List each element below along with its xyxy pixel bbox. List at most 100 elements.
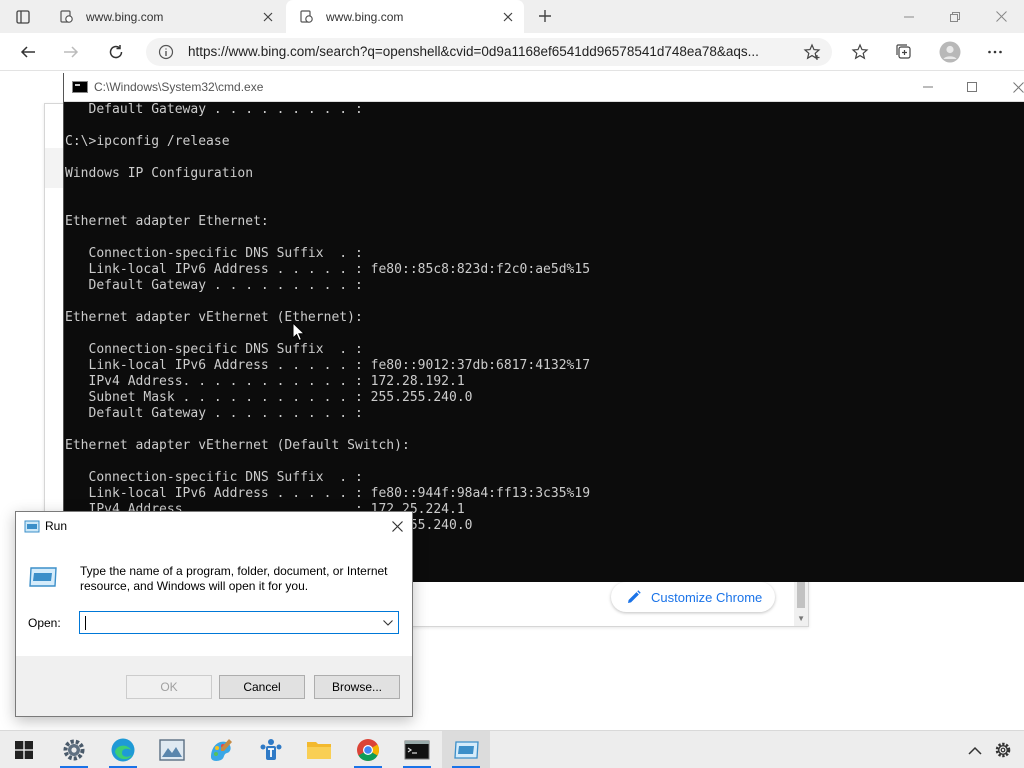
- site-info-icon[interactable]: [158, 44, 174, 60]
- console-line: Connection-specific DNS Suffix . :: [65, 470, 363, 485]
- taskbar-settings[interactable]: [50, 731, 98, 768]
- command-prompt-window[interactable]: C:\Windows\System32\cmd.exe Default Gate…: [63, 73, 1024, 582]
- refresh-icon: [109, 45, 123, 59]
- teams-icon: [260, 739, 282, 760]
- cmd-window-icon: [72, 81, 88, 93]
- scrollbar-thumb[interactable]: [797, 582, 805, 608]
- tab-strip: www.bing.com www.bing.com: [0, 0, 1024, 33]
- customize-chrome-label: Customize Chrome: [651, 589, 763, 605]
- browse-button[interactable]: Browse...: [314, 675, 400, 699]
- tab-actions-menu-button[interactable]: [8, 5, 38, 29]
- ok-button[interactable]: OK: [126, 675, 212, 699]
- file-explorer-icon: [307, 742, 331, 759]
- edge-icon: [111, 738, 135, 762]
- minimize-icon: [923, 86, 933, 88]
- pencil-icon: [627, 590, 641, 604]
- console-line: Connection-specific DNS Suffix . :: [65, 342, 363, 357]
- console-line: Link-local IPv6 Address . . . . . : fe80…: [65, 262, 591, 277]
- console-line: Link-local IPv6 Address . . . . . : fe80…: [65, 358, 591, 373]
- more-dots-icon: [988, 50, 1002, 54]
- run-program-icon: [29, 567, 57, 587]
- dropdown-button[interactable]: [378, 612, 398, 633]
- browser-tab[interactable]: www.bing.com: [46, 0, 284, 33]
- chevron-down-icon: [383, 619, 393, 626]
- taskbar-cmd[interactable]: [393, 731, 441, 768]
- photos-icon: [159, 739, 185, 761]
- add-favorite-icon[interactable]: [802, 42, 822, 62]
- run-dialog: Run Type the name of a program, folder, …: [15, 511, 413, 717]
- run-close-button[interactable]: [382, 512, 412, 541]
- minimize-button[interactable]: [886, 0, 932, 33]
- url-text[interactable]: https://www.bing.com/search?q=openshell&…: [188, 44, 788, 59]
- console-line: Default Gateway . . . . . . . . . :: [65, 406, 363, 421]
- cmd-titlebar[interactable]: C:\Windows\System32\cmd.exe: [64, 73, 1024, 102]
- minimize-icon: [904, 16, 914, 17]
- favorites-button[interactable]: [846, 38, 874, 66]
- taskbar-run[interactable]: [442, 731, 490, 768]
- close-tab-icon[interactable]: [500, 9, 516, 25]
- taskbar-teams[interactable]: [247, 731, 295, 768]
- plus-icon: [539, 10, 551, 22]
- console-line: Default Gateway . . . . . . . . . :: [65, 102, 363, 117]
- taskbar-file-explorer[interactable]: [295, 731, 343, 768]
- tab-actions-icon: [16, 10, 30, 24]
- console-line: Connection-specific DNS Suffix . :: [65, 246, 363, 261]
- new-tab-button[interactable]: [532, 4, 558, 28]
- refresh-button[interactable]: [102, 38, 130, 66]
- cmd-console-output[interactable]: Default Gateway . . . . . . . . . : C:\>i…: [64, 102, 1024, 582]
- text-caret: [85, 616, 86, 630]
- console-line: IPv4 Address. . . . . . . . . . . : 172.…: [65, 374, 465, 389]
- browser-toolbar: https://www.bing.com/search?q=openshell&…: [0, 33, 1024, 71]
- mouse-cursor-icon: [292, 322, 306, 342]
- address-bar[interactable]: https://www.bing.com/search?q=openshell&…: [146, 38, 832, 66]
- close-icon: [1012, 81, 1024, 93]
- console-line: Default Gateway . . . . . . . . . :: [65, 278, 363, 293]
- console-line: C:\>ipconfig /release: [65, 134, 230, 149]
- back-arrow-icon: [20, 46, 35, 58]
- settings-more-button[interactable]: [981, 38, 1009, 66]
- close-icon: [391, 521, 403, 532]
- page-side-strip: [45, 148, 65, 188]
- run-dialog-body: Type the name of a program, folder, docu…: [16, 541, 412, 656]
- start-button[interactable]: [0, 731, 48, 768]
- restore-button[interactable]: [932, 0, 978, 33]
- taskbar-edge[interactable]: [99, 731, 147, 768]
- taskbar-paint[interactable]: [197, 731, 245, 768]
- cmd-window-title: C:\Windows\System32\cmd.exe: [94, 80, 264, 94]
- tab-title: www.bing.com: [326, 9, 404, 24]
- forward-arrow-icon: [64, 46, 79, 58]
- open-combobox[interactable]: [79, 611, 399, 634]
- taskbar-photos[interactable]: [148, 731, 196, 768]
- back-button[interactable]: [14, 38, 42, 66]
- cmd-maximize-button[interactable]: [949, 73, 995, 101]
- customize-chrome-button[interactable]: Customize Chrome: [611, 582, 775, 612]
- page-favicon-icon: [60, 9, 74, 24]
- forward-button[interactable]: [57, 38, 85, 66]
- gear-icon: [995, 742, 1011, 758]
- show-hidden-icons-button[interactable]: [962, 731, 988, 768]
- profile-avatar-icon: [939, 41, 961, 63]
- console-line: Subnet Mask . . . . . . . . . . . : 255.…: [65, 390, 473, 405]
- cmd-close-button[interactable]: [995, 73, 1024, 101]
- console-line: Ethernet adapter vEthernet (Ethernet):: [65, 310, 363, 325]
- run-icon: [24, 520, 40, 533]
- tray-settings-button[interactable]: [990, 731, 1016, 768]
- scroll-down-arrow-icon[interactable]: ▼: [797, 614, 805, 623]
- cancel-button[interactable]: Cancel: [219, 675, 305, 699]
- run-dialog-titlebar[interactable]: Run: [16, 512, 412, 541]
- cmd-minimize-button[interactable]: [905, 73, 951, 101]
- collections-button[interactable]: [890, 38, 918, 66]
- taskbar-chrome[interactable]: [344, 731, 392, 768]
- close-tab-icon[interactable]: [260, 9, 276, 25]
- profile-button[interactable]: [936, 38, 964, 66]
- browser-tab-active[interactable]: www.bing.com: [286, 0, 524, 33]
- close-window-button[interactable]: [978, 0, 1024, 33]
- chevron-up-icon: [968, 746, 982, 755]
- paint-icon: [211, 739, 232, 761]
